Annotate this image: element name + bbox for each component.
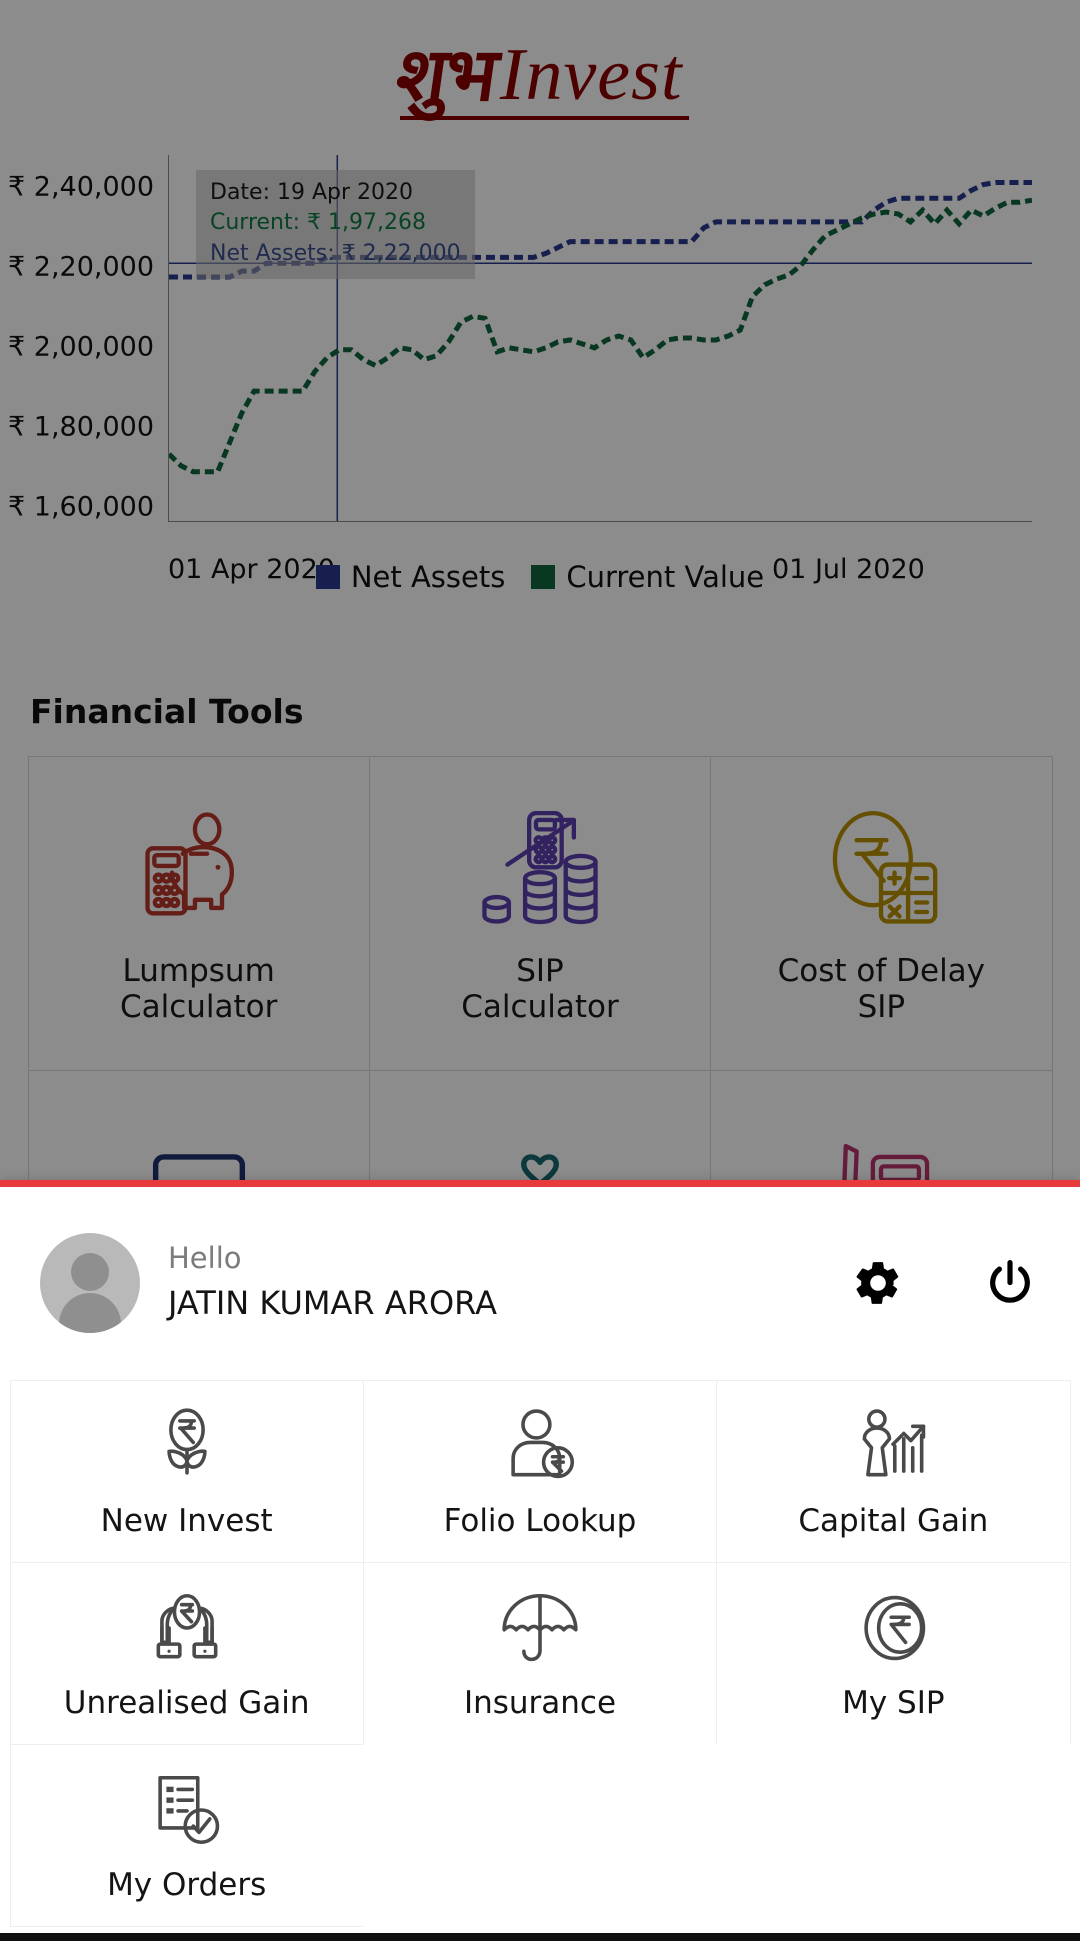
chart-plot-area[interactable] [168,155,1032,522]
calculator-coins-growth-icon [475,805,605,935]
drawer-menu-item[interactable]: New Invest [9,1379,364,1563]
drawer-header-actions [852,1257,1036,1309]
rupee-coin-icon [850,1585,936,1671]
background-app-screen: शुभ Invest ₹ 2,40,000 ₹ 2,20,000 ₹ 2,00,00… [0,0,1080,1190]
financial-tools-grid: Lumpsum Calculator SIP Calculator Cost of De… [27,755,1053,1190]
financial-tool-cell[interactable]: SIP Calculator [368,755,712,1071]
financial-tool-label-line1: SIP [516,952,564,989]
greeting-block: Hello JATIN KUMAR ARORA [168,1239,497,1325]
drawer-menu-item[interactable]: My Orders [9,1743,364,1927]
gear-icon[interactable] [852,1257,904,1309]
drawer-menu-item-label: Unrealised Gain [63,1685,310,1721]
drawer-menu-item[interactable]: My SIP [716,1561,1071,1745]
user-name-label: JATIN KUMAR ARORA [168,1284,497,1323]
drawer-menu-item-label: New Invest [100,1503,273,1539]
drawer-menu-empty-cell [716,1743,1071,1927]
legend-swatch-net-assets [315,565,340,589]
app-root: शुभ Invest ₹ 2,40,000 ₹ 2,20,000 ₹ 2,00,00… [0,0,1080,1941]
financial-tool-label-line2: SIP [857,989,906,1026]
financial-tool-label-line2: Calculator [119,989,278,1026]
drawer-menu-item-label: My SIP [842,1685,945,1721]
drawer-menu-item[interactable]: Unrealised Gain [9,1561,364,1745]
financial-tool-label-line1: Cost of Delay [777,952,986,989]
drawer-menu-item[interactable]: Capital Gain [716,1379,1071,1563]
drawer-header: Hello JATIN KUMAR ARORA [0,1185,1080,1380]
brand-devanagari-text: शुभ [391,31,502,118]
person-bar-chart-arrow-icon [850,1403,936,1489]
legend-item-net-assets[interactable]: Net Assets [315,560,506,594]
legend-swatch-current-value [531,565,556,589]
chart-y-tick-label: ₹ 2,00,000 [8,331,154,363]
financial-tool-label: Cost of Delay SIP [778,953,985,1026]
avatar-body [59,1292,121,1333]
chart-legend: Net Assets Current Value [0,560,1080,594]
drawer-menu-item-label: Insurance [463,1685,617,1721]
chart-y-tick-label: ₹ 2,40,000 [8,171,154,203]
chart-y-tick-label: ₹ 2,20,000 [8,251,154,283]
power-icon[interactable] [984,1257,1036,1309]
checklist-icon [144,1767,230,1853]
avatar-head [71,1252,109,1291]
chart-y-tick-label: ₹ 1,60,000 [8,491,154,523]
chart-svg [169,155,1032,521]
piggy-bank-calculator-icon [134,805,264,935]
financial-tool-cell[interactable] [27,1069,370,1190]
brand-word-text: Invest [499,33,683,116]
financial-tool-cell[interactable]: Cost of Delay SIP [710,755,1053,1071]
drawer-menu-item[interactable]: Folio Lookup [362,1379,718,1563]
financial-tools-title: Financial Tools [30,692,304,731]
financial-tool-cell[interactable]: Lumpsum Calculator [27,755,370,1071]
rupee-calculator-icon [816,805,946,935]
financial-tool-label: SIP Calculator [461,953,618,1026]
drawer-menu-grid: New Invest Folio Lookup Capital Gain Unreal… [9,1379,1071,1927]
drawer-menu-empty-cell [362,1743,718,1927]
legend-item-current-value[interactable]: Current Value [531,560,764,594]
chart-y-tick-label: ₹ 1,80,000 [8,411,154,443]
financial-tool-cell[interactable] [368,1069,712,1190]
brand-logo: शुभ Invest [391,32,689,121]
legend-label-current-value: Current Value [566,560,765,594]
financial-tool-label-line2: Calculator [461,989,619,1026]
app-brand-header: शुभ Invest [0,0,1080,150]
financial-tool-label: Lumpsum Calculator [120,953,277,1026]
system-navigation-bar [0,1933,1080,1941]
drawer-menu-item-label: My Orders [107,1867,267,1903]
financial-tool-label-line1: Lumpsum [122,952,275,989]
umbrella-icon [497,1585,583,1671]
financial-tool-cell[interactable] [710,1069,1053,1190]
drawer-accent-bar [0,1180,1080,1187]
brand-underline [400,116,689,121]
portfolio-chart[interactable]: ₹ 2,40,000 ₹ 2,20,000 ₹ 2,00,000 ₹ 1,80,000… [0,150,1080,690]
drawer-menu-item-label: Folio Lookup [443,1503,637,1539]
person-rupee-icon [497,1403,583,1489]
avatar[interactable] [40,1232,140,1333]
hands-rupee-icon [144,1585,230,1671]
drawer-menu-item-label: Capital Gain [798,1503,989,1539]
legend-label-net-assets: Net Assets [350,560,506,594]
rupee-flower-icon [144,1403,230,1489]
drawer-menu-item[interactable]: Insurance [362,1561,718,1745]
chart-y-axis: ₹ 2,40,000 ₹ 2,20,000 ₹ 2,00,000 ₹ 1,80,000… [0,150,168,523]
greeting-label: Hello [168,1241,242,1276]
navigation-drawer: Hello JATIN KUMAR ARORA New Invest Folio … [0,1180,1080,1941]
